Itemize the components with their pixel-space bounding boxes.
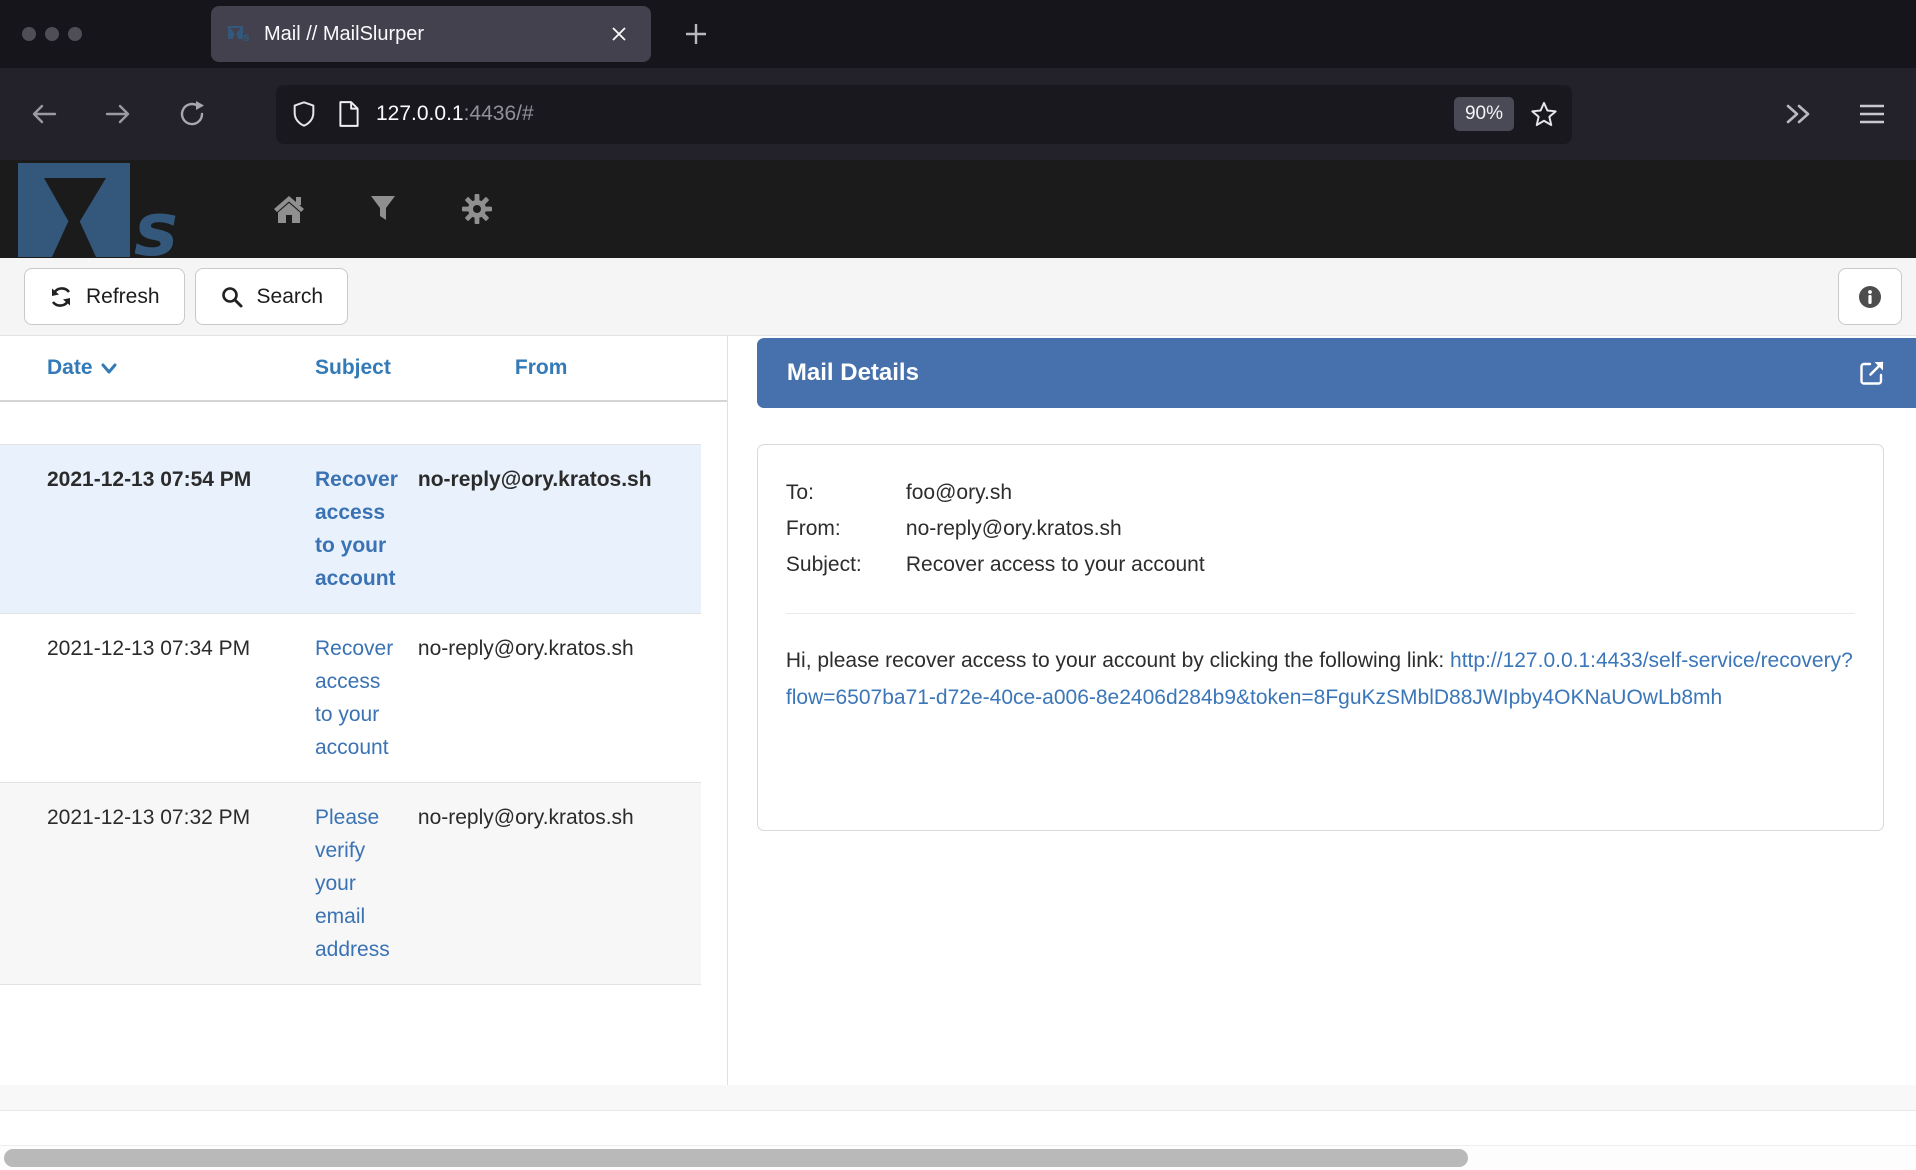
column-header-from[interactable]: From xyxy=(444,356,727,380)
tab-favicon-mailslurper-icon: s xyxy=(227,22,251,46)
search-button[interactable]: Search xyxy=(195,268,349,325)
column-header-subject[interactable]: Subject xyxy=(268,356,444,380)
url-host: 127.0.0.1 xyxy=(376,102,464,125)
browser-tab[interactable]: s Mail // MailSlurper xyxy=(211,6,651,62)
mail-details-header: Mail Details xyxy=(757,338,1916,408)
mail-row-from: no-reply@ory.kratos.sh xyxy=(418,801,701,966)
refresh-button-label: Refresh xyxy=(86,285,160,309)
svg-text:s: s xyxy=(243,30,250,44)
open-external-icon[interactable] xyxy=(1858,359,1886,387)
mail-row-subject-link[interactable]: Recover access to your account xyxy=(315,468,398,590)
detail-to-value: foo@ory.sh xyxy=(906,475,1012,511)
tab-close-icon[interactable] xyxy=(603,22,635,46)
mailslurper-logo: s xyxy=(18,163,188,258)
bottom-gray-band xyxy=(0,1085,1916,1111)
browser-tab-strip: s Mail // MailSlurper xyxy=(0,0,1916,68)
svg-text:s: s xyxy=(134,187,178,258)
details-divider xyxy=(786,613,1855,614)
mail-row[interactable]: 2021-12-13 07:32 PM Please verify your e… xyxy=(0,783,701,985)
bottom-white-band xyxy=(0,1111,1916,1145)
search-icon xyxy=(220,285,244,309)
zoom-level-badge[interactable]: 90% xyxy=(1454,97,1514,131)
bookmark-star-icon[interactable] xyxy=(1530,100,1558,128)
mail-details-title: Mail Details xyxy=(787,359,1858,387)
detail-subject-value: Recover access to your account xyxy=(906,547,1205,583)
menu-hamburger-icon[interactable] xyxy=(1858,102,1886,126)
url-bar[interactable]: 127.0.0.1:4436/# 90% xyxy=(276,85,1572,144)
page-info-icon[interactable] xyxy=(336,100,362,128)
refresh-button[interactable]: Refresh xyxy=(24,268,185,325)
home-icon[interactable] xyxy=(268,188,310,230)
mail-rows: 2021-12-13 07:54 PM Recover access to yo… xyxy=(0,444,701,985)
mail-row-from: no-reply@ory.kratos.sh xyxy=(418,632,701,764)
search-button-label: Search xyxy=(257,285,324,309)
browser-nav-bar: 127.0.0.1:4436/# 90% xyxy=(0,68,1916,160)
new-tab-button[interactable] xyxy=(676,14,716,54)
overflow-chevrons-icon[interactable] xyxy=(1782,101,1814,127)
app-header: s xyxy=(0,160,1916,258)
settings-icon[interactable] xyxy=(456,188,498,230)
mail-list-header-row: Date Subject From xyxy=(0,336,727,402)
url-text[interactable]: 127.0.0.1:4436/# xyxy=(376,102,1454,126)
mail-row-date: 2021-12-13 07:34 PM xyxy=(0,632,268,764)
detail-from-value: no-reply@ory.kratos.sh xyxy=(906,511,1122,547)
column-header-date[interactable]: Date xyxy=(0,356,268,380)
mail-row-date: 2021-12-13 07:54 PM xyxy=(0,463,268,595)
sort-desc-icon xyxy=(101,363,117,374)
filter-icon[interactable] xyxy=(362,188,404,230)
back-button[interactable] xyxy=(22,92,66,136)
info-icon xyxy=(1857,284,1883,310)
mail-details-panel: Mail Details To: foo@ory.sh From: no-rep… xyxy=(728,336,1916,1085)
detail-subject-label: Subject: xyxy=(786,547,906,583)
mail-list-panel: Date Subject From 2021-12-13 07:54 PM Re… xyxy=(0,336,728,1085)
detail-to-label: To: xyxy=(786,475,906,511)
detail-from-label: From: xyxy=(786,511,906,547)
mail-body-text: Hi, please recover access to your accoun… xyxy=(786,649,1450,672)
mail-row-subject-link[interactable]: Please verify your email address xyxy=(315,806,390,961)
window-control-dot[interactable] xyxy=(22,27,36,41)
mail-body: Hi, please recover access to your accoun… xyxy=(786,642,1855,716)
window-control-dot[interactable] xyxy=(45,27,59,41)
mail-row[interactable]: 2021-12-13 07:34 PM Recover access to yo… xyxy=(0,614,701,783)
info-button[interactable] xyxy=(1838,268,1902,325)
tab-title: Mail // MailSlurper xyxy=(264,23,603,46)
window-control-dot[interactable] xyxy=(68,27,82,41)
mail-row[interactable]: 2021-12-13 07:54 PM Recover access to yo… xyxy=(0,444,701,614)
url-path: :4436/# xyxy=(464,102,534,125)
forward-button[interactable] xyxy=(96,92,140,136)
mail-row-date: 2021-12-13 07:32 PM xyxy=(0,801,268,966)
horizontal-scrollbar-thumb[interactable] xyxy=(4,1149,1468,1167)
main-content: Date Subject From 2021-12-13 07:54 PM Re… xyxy=(0,336,1916,1085)
refresh-icon xyxy=(49,285,73,309)
action-toolbar: Refresh Search xyxy=(0,258,1916,336)
horizontal-scrollbar[interactable] xyxy=(0,1145,1916,1170)
mail-details-card: To: foo@ory.sh From: no-reply@ory.kratos… xyxy=(757,444,1884,831)
column-header-date-label: Date xyxy=(47,356,93,380)
shield-icon[interactable] xyxy=(290,100,318,128)
window-controls[interactable] xyxy=(22,27,82,41)
mail-row-from: no-reply@ory.kratos.sh xyxy=(418,463,701,595)
mail-row-subject-link[interactable]: Recover access to your account xyxy=(315,637,393,759)
reload-button[interactable] xyxy=(170,92,214,136)
